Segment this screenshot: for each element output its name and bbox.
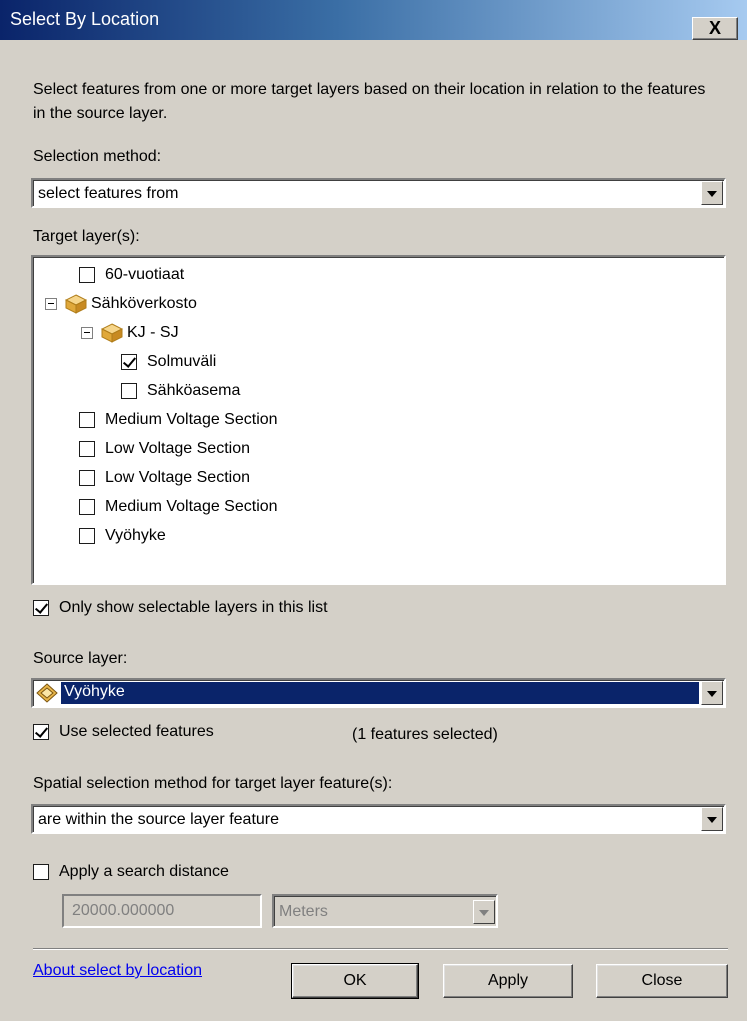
- only-selectable-checkbox-row[interactable]: Only show selectable layers in this list: [33, 594, 328, 622]
- selection-method-dropdown[interactable]: select features from: [31, 178, 726, 208]
- search-distance-input[interactable]: 20000.000000: [62, 894, 262, 928]
- layer-group-item[interactable]: KJ - SJ: [81, 319, 179, 347]
- collapse-icon[interactable]: [81, 327, 93, 339]
- chevron-down-icon[interactable]: [701, 681, 723, 705]
- layer-item[interactable]: Low Voltage Section: [79, 435, 250, 463]
- layer-item[interactable]: Sähköasema: [121, 377, 240, 405]
- layer-group-item[interactable]: Sähköverkosto: [45, 290, 197, 318]
- help-link[interactable]: About select by location: [33, 962, 202, 980]
- only-selectable-checkbox[interactable]: [33, 600, 49, 616]
- search-distance-value: 20000.000000: [72, 902, 175, 919]
- source-layer-dropdown[interactable]: Vyöhyke: [31, 678, 726, 708]
- footer-divider: [33, 948, 728, 950]
- spatial-method-value: are within the source layer feature: [38, 811, 280, 828]
- layer-label: Medium Voltage Section: [105, 498, 278, 515]
- layer-label: 60-vuotiaat: [105, 266, 185, 283]
- target-layers-label: Target layer(s):: [33, 228, 140, 245]
- chevron-down-icon[interactable]: [473, 900, 495, 924]
- layer-checkbox[interactable]: [79, 441, 95, 457]
- layer-item[interactable]: Vyöhyke: [79, 522, 166, 550]
- layer-checkbox[interactable]: [121, 383, 137, 399]
- window-title: Select By Location: [10, 9, 160, 29]
- layer-checkbox[interactable]: [79, 499, 95, 515]
- source-layer-label: Source layer:: [33, 650, 128, 667]
- polygon-layer-icon: [36, 683, 58, 703]
- spatial-method-label: Spatial selection method for target laye…: [33, 775, 393, 792]
- search-distance-checkbox[interactable]: [33, 864, 49, 880]
- layer-item[interactable]: Medium Voltage Section: [79, 493, 278, 521]
- dialog-description: Select features from one or more target …: [33, 81, 706, 122]
- chevron-down-icon[interactable]: [701, 181, 723, 205]
- layer-item[interactable]: Low Voltage Section: [79, 464, 250, 492]
- layer-checkbox[interactable]: [79, 412, 95, 428]
- chevron-down-icon[interactable]: [701, 807, 723, 831]
- layer-group-label: KJ - SJ: [127, 324, 179, 341]
- layer-item[interactable]: Solmuväli: [121, 348, 216, 376]
- layer-group-icon: [65, 294, 87, 314]
- target-layers-list[interactable]: 60-vuotiaat Sähköverkosto KJ - SJ Solmuv…: [31, 255, 726, 585]
- selection-method-label: Selection method:: [33, 148, 162, 165]
- distance-unit-dropdown[interactable]: Meters: [272, 894, 498, 928]
- spatial-method-dropdown[interactable]: are within the source layer feature: [31, 804, 726, 834]
- collapse-icon[interactable]: [45, 298, 57, 310]
- search-distance-label: Apply a search distance: [59, 863, 229, 880]
- layer-checkbox[interactable]: [79, 267, 95, 283]
- layer-group-icon: [101, 323, 123, 343]
- layer-label: Medium Voltage Section: [105, 411, 278, 428]
- close-button[interactable]: Close: [596, 964, 728, 998]
- source-layer-value: Vyöhyke: [61, 682, 699, 704]
- title-bar: Select By Location: [0, 0, 747, 40]
- window-close-button[interactable]: X: [692, 17, 738, 40]
- layer-label: Solmuväli: [147, 353, 217, 370]
- apply-button[interactable]: Apply: [443, 964, 573, 998]
- distance-unit-value: Meters: [279, 903, 328, 920]
- use-selected-checkbox-row[interactable]: Use selected features: [33, 718, 214, 746]
- layer-checkbox[interactable]: [79, 528, 95, 544]
- layer-label: Vyöhyke: [105, 527, 166, 544]
- layer-item[interactable]: 60-vuotiaat: [79, 261, 184, 289]
- only-selectable-label: Only show selectable layers in this list: [59, 599, 328, 616]
- layer-label: Low Voltage Section: [105, 440, 250, 457]
- layer-checkbox[interactable]: [79, 470, 95, 486]
- ok-button[interactable]: OK: [291, 963, 419, 999]
- selected-count-text: (1 features selected): [352, 726, 498, 743]
- layer-label: Sähköasema: [147, 382, 241, 399]
- layer-group-label: Sähköverkosto: [91, 295, 197, 312]
- layer-label: Low Voltage Section: [105, 469, 250, 486]
- use-selected-checkbox[interactable]: [33, 724, 49, 740]
- search-distance-checkbox-row[interactable]: Apply a search distance: [33, 858, 229, 886]
- layer-checkbox[interactable]: [121, 354, 137, 370]
- selection-method-value: select features from: [38, 185, 179, 202]
- layer-item[interactable]: Medium Voltage Section: [79, 406, 278, 434]
- use-selected-label: Use selected features: [59, 723, 214, 740]
